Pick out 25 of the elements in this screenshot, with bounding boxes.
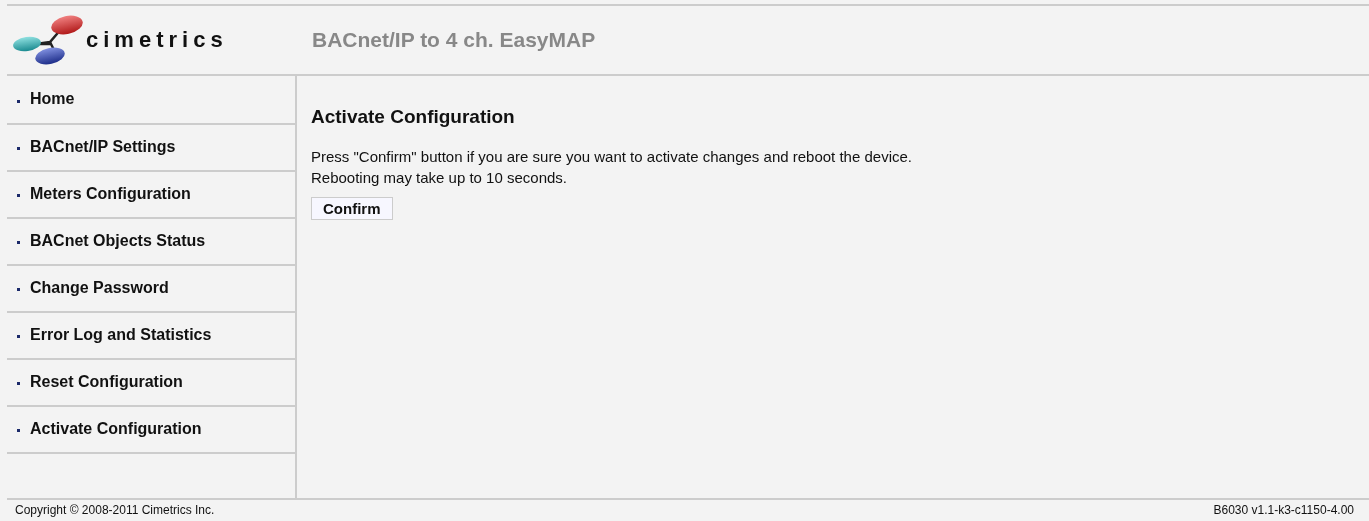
copyright-text: Copyright © 2008-2011 Cimetrics Inc. [15,502,215,519]
menu-link[interactable]: BACnet Objects Status [30,231,206,250]
menu-link[interactable]: Change Password [30,278,169,297]
menu-link[interactable]: Meters Configuration [30,184,191,203]
bullet-icon [17,193,20,197]
menu-link[interactable]: Error Log and Statistics [30,325,212,344]
bullet-icon [17,100,20,103]
menu-link[interactable]: Reset Configuration [30,372,183,391]
bullet-icon [17,381,20,385]
message-text: Rebooting may take up to 10 seconds. [311,168,568,188]
menu-link[interactable]: Home [30,90,75,108]
section-heading: Activate Configuration [311,106,516,128]
bullet-icon [17,428,20,432]
logo-text: cimetrics [86,27,228,53]
menu-link[interactable]: BACnet/IP Settings [30,137,176,156]
version-text: B6030 v1.1-k3-c1150-4.00 [1213,502,1354,519]
bullet-icon [17,146,20,150]
menu-link[interactable]: Activate Configuration [30,419,202,438]
message-text: Press "Confirm" button if you are sure you want to activate changes and reboot the device. [311,147,913,167]
page-title: BACnet/IP to 4 ch. EasyMAP [312,28,596,52]
bullet-icon [17,334,20,338]
logo-ovals-icon [12,14,84,66]
bullet-icon [17,240,20,244]
confirm-button[interactable]: Confirm [311,197,393,220]
bullet-icon [17,287,20,291]
